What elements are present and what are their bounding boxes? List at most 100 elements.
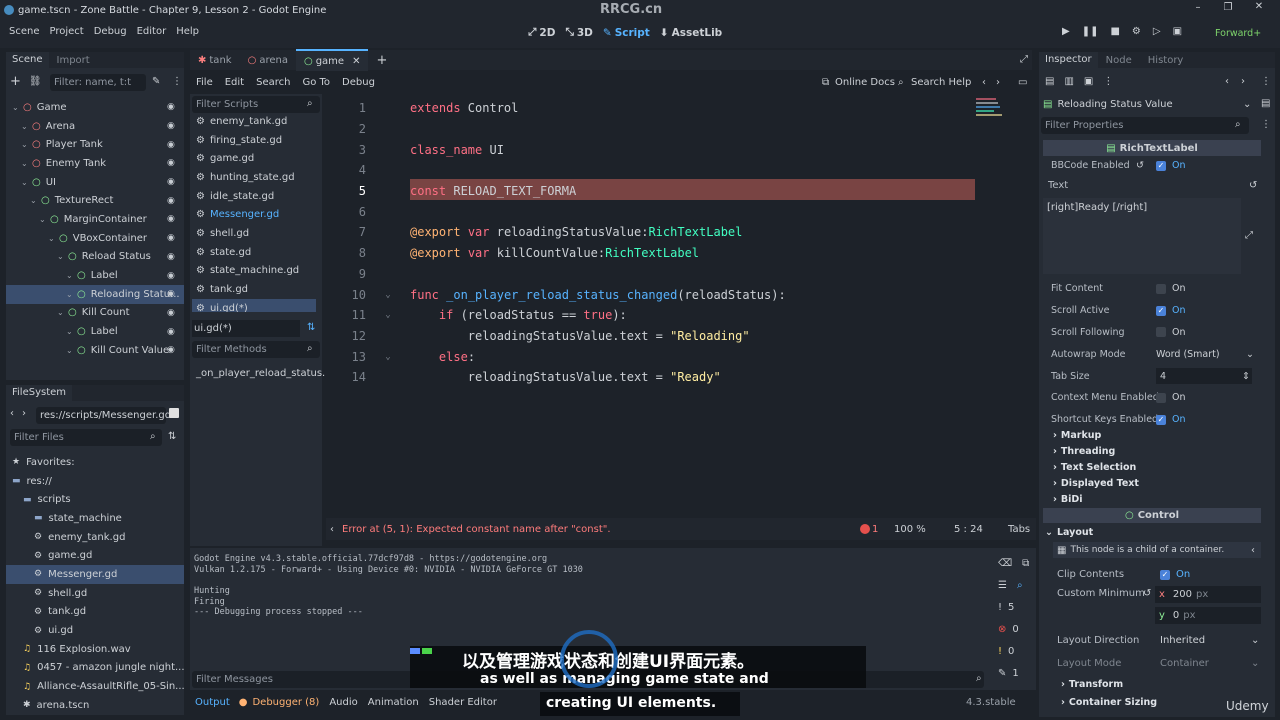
- fold-arrow-icon[interactable]: ⌄: [366, 352, 410, 362]
- menu-debug[interactable]: Debug: [89, 26, 132, 37]
- inspector-property[interactable]: Context Menu Enabled On: [1043, 387, 1261, 409]
- scene-node[interactable]: ⌄ ○ UI ◉: [6, 173, 184, 192]
- sort-icon[interactable]: ⇅: [168, 431, 176, 442]
- text-value-editor[interactable]: [right]Ready [/right]: [1043, 198, 1241, 274]
- history-forward-icon[interactable]: ›: [996, 77, 1000, 88]
- forward-icon[interactable]: ›: [22, 408, 26, 419]
- code-line[interactable]: 10 ⌄ func _on_player_reload_status_changed…: [326, 284, 1026, 305]
- online-docs-button[interactable]: Online Docs: [835, 77, 895, 88]
- fs-item[interactable]: ⚙ Messenger.gd: [6, 565, 184, 584]
- script-menu-search[interactable]: Search: [250, 77, 296, 88]
- play-scene-icon[interactable]: ▷: [1153, 26, 1161, 37]
- visibility-icon[interactable]: ◉: [167, 233, 175, 243]
- play-icon[interactable]: ▶: [1062, 26, 1070, 37]
- clip-checkbox[interactable]: ✓: [1160, 569, 1170, 580]
- code-line[interactable]: 7 @export var reloadingStatusValue: RichT…: [326, 222, 1026, 243]
- history-back-icon[interactable]: ‹: [982, 77, 986, 88]
- code-line[interactable]: 11 ⌄ if (reloadStatus == true):: [326, 305, 1026, 326]
- code-line[interactable]: 6: [326, 201, 1026, 222]
- visibility-icon[interactable]: ◉: [167, 252, 175, 262]
- fs-item[interactable]: ▬ scripts: [6, 490, 184, 509]
- fs-item[interactable]: ⚙ game.gd: [6, 546, 184, 565]
- workspace-script[interactable]: Script: [615, 27, 650, 39]
- fs-item[interactable]: ▬ state_machine: [6, 509, 184, 528]
- script-list-item[interactable]: ⚙ hunting_state.gd: [192, 168, 316, 187]
- code-line[interactable]: 1 extends Control: [326, 98, 1026, 119]
- code-editor[interactable]: 1 extends Control 2 3 class_name UI 4 5 co…: [326, 94, 1036, 514]
- script-menu-file[interactable]: File: [190, 77, 219, 88]
- fs-item[interactable]: ♫ 116 Explosion.wav: [6, 640, 184, 659]
- script-list-item[interactable]: ⚙ ui.gd(*): [192, 298, 316, 312]
- more-icon[interactable]: ⋮: [1103, 76, 1113, 87]
- revert-icon[interactable]: ↺: [1143, 588, 1151, 599]
- expand-arrow-icon[interactable]: ⌄: [21, 140, 30, 149]
- fold-arrow-icon[interactable]: ⌄: [366, 290, 410, 300]
- checkbox-unchecked[interactable]: [1156, 283, 1166, 294]
- section-transform[interactable]: › Transform: [1051, 676, 1261, 692]
- inspector-property[interactable]: Scroll Active ✓ On: [1043, 300, 1261, 322]
- visibility-icon[interactable]: ◉: [167, 271, 175, 281]
- property-menu-icon[interactable]: ⋮: [1261, 119, 1271, 130]
- method-item[interactable]: _on_player_reload_status...: [196, 368, 332, 379]
- expand-arrow-icon[interactable]: ⌄: [12, 103, 21, 112]
- code-line[interactable]: 3 class_name UI: [326, 139, 1026, 160]
- script-list-item[interactable]: ⚙ state_machine.gd: [192, 262, 316, 281]
- scene-node[interactable]: ⌄ ○ Game ◉: [6, 98, 184, 117]
- expand-arrow-icon[interactable]: ⌄: [66, 271, 75, 280]
- minimap[interactable]: [976, 96, 1006, 126]
- code-line[interactable]: 13 ⌄ else:: [326, 346, 1026, 367]
- expand-arrow-icon[interactable]: ⌄: [66, 346, 75, 355]
- close-button[interactable]: ✕: [1252, 1, 1266, 12]
- checkbox-checked[interactable]: ✓: [1156, 305, 1166, 316]
- expand-arrow-icon[interactable]: ⌄: [57, 308, 66, 317]
- pause-icon[interactable]: ❚❚: [1082, 26, 1099, 37]
- indent-mode[interactable]: Tabs: [1008, 524, 1030, 535]
- remote-debug-icon[interactable]: ⚙: [1132, 26, 1141, 37]
- script-list-item[interactable]: ⚙ state.gd: [192, 243, 316, 262]
- scene-node[interactable]: ⌄ ○ Kill Count Value ◉: [6, 341, 184, 360]
- zoom-level[interactable]: 100 %: [894, 524, 926, 535]
- scene-node[interactable]: ⌄ ○ Label ◉: [6, 266, 184, 285]
- search-output-icon[interactable]: ⌕: [1017, 580, 1023, 591]
- tab-scene[interactable]: Scene: [6, 52, 49, 68]
- bottom-tab-debugger[interactable]: Debugger (8): [247, 697, 324, 708]
- split-view-icon[interactable]: [169, 408, 179, 418]
- script-list-item[interactable]: ⚙ firing_state.gd: [192, 131, 316, 150]
- script-attach-icon[interactable]: ✎: [152, 76, 160, 87]
- visibility-icon[interactable]: ◉: [167, 121, 175, 131]
- minimize-button[interactable]: –: [1191, 2, 1205, 13]
- error-message[interactable]: Error at (5, 1): Expected constant name …: [342, 524, 611, 535]
- methods-filter-input[interactable]: Filter Methods: [192, 341, 320, 358]
- inspector-section[interactable]: › Displayed Text: [1043, 475, 1261, 491]
- bottom-tab-animation[interactable]: Animation: [363, 697, 424, 708]
- expand-arrow-icon[interactable]: ⌄: [30, 196, 39, 205]
- menu-help[interactable]: Help: [171, 26, 204, 37]
- prop-clip-contents[interactable]: Clip Contents ✓ On: [1053, 566, 1261, 583]
- script-list-item[interactable]: ⚙ idle_state.gd: [192, 187, 316, 206]
- tab-inspector[interactable]: Inspector: [1039, 52, 1098, 68]
- expand-arrow-icon[interactable]: ⌄: [39, 215, 48, 224]
- custom-min-x[interactable]: x 200 px: [1155, 586, 1261, 603]
- workspace-3d[interactable]: 3D: [577, 27, 593, 39]
- menu-scene[interactable]: Scene: [4, 26, 45, 37]
- expand-arrow-icon[interactable]: ⌄: [66, 327, 75, 336]
- checkbox-checked[interactable]: ✓: [1156, 414, 1166, 425]
- visibility-icon[interactable]: ◉: [167, 177, 175, 187]
- script-menu-edit[interactable]: Edit: [219, 77, 250, 88]
- fold-arrow-icon[interactable]: ⌄: [366, 310, 410, 320]
- visibility-icon[interactable]: ◉: [167, 327, 175, 337]
- spinner-icon[interactable]: ⇕: [1242, 371, 1250, 382]
- inspector-menu-icon[interactable]: ⋮: [1261, 76, 1271, 87]
- renderer-selector[interactable]: Forward+: [1215, 28, 1261, 39]
- message-icon[interactable]: !: [998, 602, 1002, 613]
- inspector-property[interactable]: Scroll Following On: [1043, 322, 1261, 344]
- script-list-item[interactable]: ⚙ enemy_tank.gd: [192, 112, 316, 131]
- code-line[interactable]: 9: [326, 264, 1026, 285]
- scene-node[interactable]: ⌄ ○ Label ◉: [6, 322, 184, 341]
- code-line[interactable]: 5 const RELOAD_TEXT_FORMA: [326, 181, 1026, 202]
- inspector-back-icon[interactable]: ‹: [1225, 76, 1229, 87]
- scene-node[interactable]: ⌄ ○ Arena ◉: [6, 117, 184, 136]
- workspace-2d[interactable]: 2D: [539, 27, 555, 39]
- fs-item[interactable]: ♫ 0457 - amazon jungle night...: [6, 659, 185, 678]
- visibility-icon[interactable]: ◉: [167, 158, 175, 168]
